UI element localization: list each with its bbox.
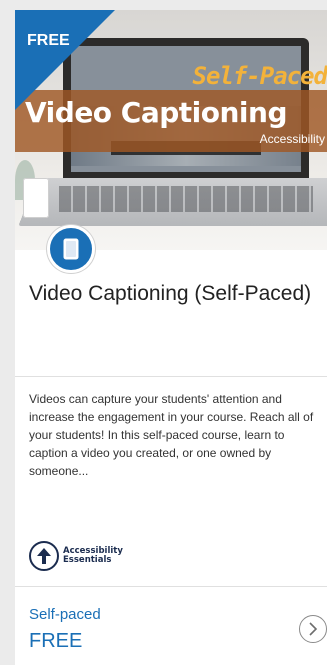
- divider-top: [15, 376, 327, 377]
- course-description: Videos can capture your students' attent…: [29, 392, 314, 478]
- pace-label: Self-paced: [29, 606, 101, 623]
- divider-bottom: [15, 586, 327, 587]
- banner-subtitle: Self-Paced: [192, 62, 327, 90]
- banner-tag: Accessibility: [259, 132, 325, 146]
- provider-logo-line2: Essentials: [63, 555, 112, 565]
- provider-logo: Accessibility Essentials: [29, 540, 123, 572]
- document-icon: [47, 225, 95, 273]
- banner-title-band: Self-Paced Video Captioning Accessibilit…: [15, 62, 327, 152]
- banner-title: Video Captioning: [25, 96, 288, 129]
- open-course-button[interactable]: [299, 615, 327, 643]
- chevron-right-icon: [309, 622, 318, 636]
- course-banner-image[interactable]: Self-Paced Video Captioning Accessibilit…: [15, 10, 327, 250]
- accessibility-arrow-icon: [29, 541, 59, 571]
- page: Self-Paced Video Captioning Accessibilit…: [0, 0, 327, 665]
- laptop-keyboard: [59, 186, 313, 212]
- free-ribbon-label: FREE: [27, 32, 70, 49]
- provider-logo-text: Accessibility Essentials: [63, 547, 123, 565]
- course-card[interactable]: Self-Paced Video Captioning Accessibilit…: [15, 10, 327, 665]
- course-title[interactable]: Video Captioning (Self-Paced): [29, 280, 319, 307]
- price-label: FREE: [29, 630, 83, 652]
- banner-mug: [23, 178, 49, 218]
